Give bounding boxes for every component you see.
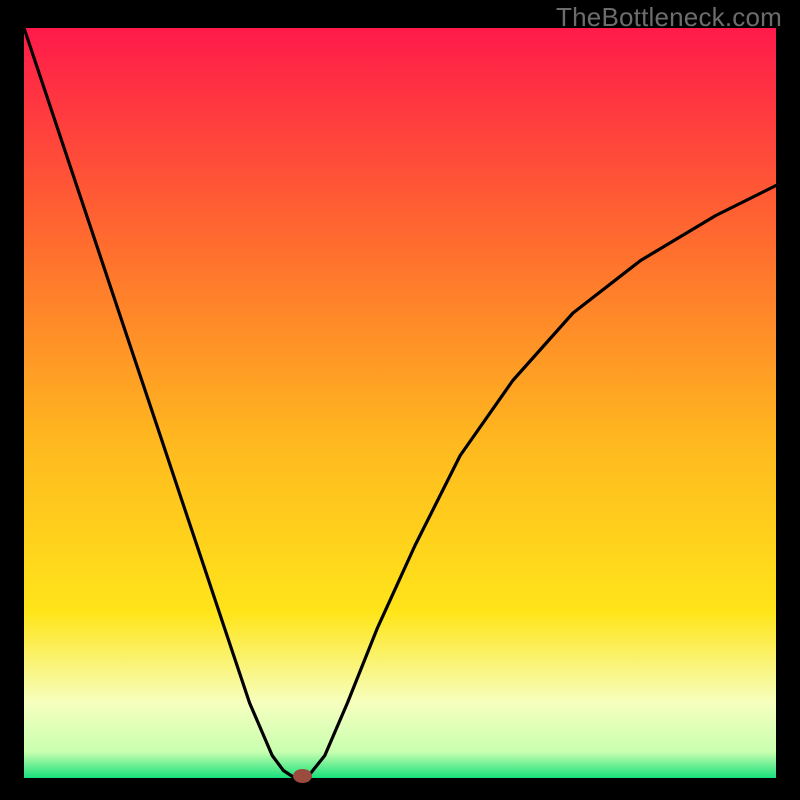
plot-frame [24, 28, 776, 778]
plot-svg [24, 28, 776, 778]
chart-container: TheBottleneck.com [0, 0, 800, 800]
watermark-text: TheBottleneck.com [556, 2, 782, 33]
optimal-point-marker [293, 769, 312, 783]
gradient-background [24, 28, 776, 778]
